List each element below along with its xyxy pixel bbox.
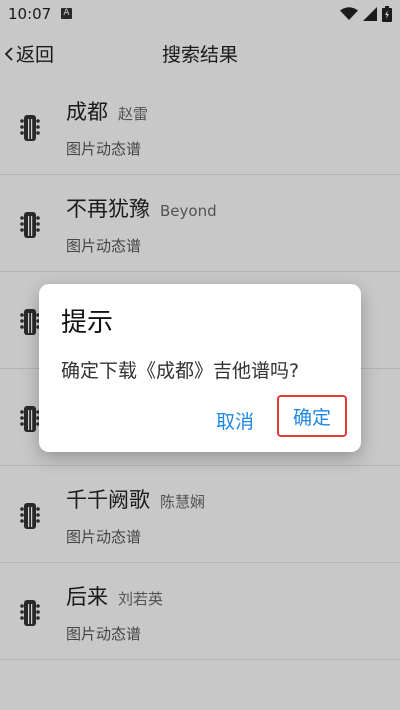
confirm-button[interactable]: 确定 — [277, 395, 347, 437]
cancel-button[interactable]: 取消 — [207, 402, 263, 438]
dialog-title: 提示 — [61, 308, 114, 338]
download-dialog: 提示 确定下载《成都》吉他谱吗? 取消 确定 — [39, 284, 361, 452]
dialog-message: 确定下载《成都》吉他谱吗? — [61, 360, 300, 382]
